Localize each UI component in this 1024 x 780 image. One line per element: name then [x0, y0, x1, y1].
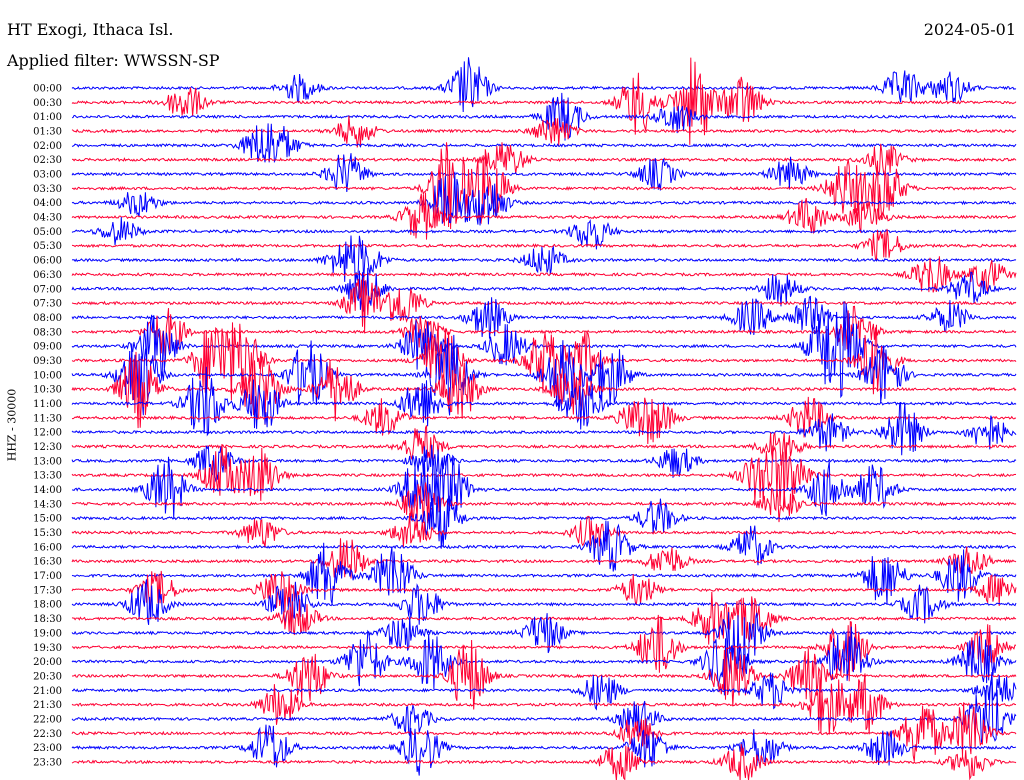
time-label-0300: 03:00	[33, 170, 62, 181]
time-label-0800: 08:00	[33, 313, 62, 324]
time-tick-labels: 00:00 00:30 01:00 01:30 02:00 02:30 03:00 03:30…	[33, 84, 62, 769]
trace-2000	[71, 626, 1017, 696]
time-label-2330: 23:30	[33, 757, 62, 768]
time-label-1830: 18:30	[33, 614, 62, 625]
time-label-1330: 13:30	[33, 471, 62, 482]
trace-2230	[71, 702, 1017, 762]
time-label-1600: 16:00	[33, 542, 62, 553]
time-label-0700: 07:00	[33, 284, 62, 295]
trace-2130	[71, 673, 1017, 735]
time-label-0100: 01:00	[33, 112, 62, 123]
trace-0730	[71, 277, 1017, 333]
time-label-0600: 06:00	[33, 256, 62, 267]
time-label-0830: 08:30	[33, 327, 62, 338]
trace-0530	[71, 228, 1017, 262]
time-label-0430: 04:30	[33, 213, 62, 224]
time-label-1630: 16:30	[33, 557, 62, 568]
time-label-1200: 12:00	[33, 428, 62, 439]
time-label-2130: 21:30	[33, 700, 62, 711]
time-label-0330: 03:30	[33, 184, 62, 195]
time-label-0930: 09:30	[33, 356, 62, 367]
trace-1830	[71, 591, 1017, 645]
time-label-0230: 02:30	[33, 155, 62, 166]
time-label-1000: 10:00	[33, 370, 62, 381]
time-label-0130: 01:30	[33, 127, 62, 138]
time-label-0200: 02:00	[33, 141, 62, 152]
time-label-1430: 14:30	[33, 499, 62, 510]
trace-1900	[71, 611, 1017, 677]
time-label-0400: 04:00	[33, 198, 62, 209]
time-label-0000: 00:00	[33, 84, 62, 95]
time-label-0500: 05:00	[33, 227, 62, 238]
time-label-2030: 20:30	[33, 671, 62, 682]
time-label-0530: 05:30	[33, 241, 62, 252]
time-label-1930: 19:30	[33, 643, 62, 654]
helicorder-plot: 00:00 00:30 01:00 01:30 02:00 02:30 03:00 03:30…	[33, 57, 1017, 780]
time-label-1100: 11:00	[33, 399, 62, 410]
time-label-2300: 23:00	[33, 743, 62, 754]
time-label-0900: 09:00	[33, 342, 62, 353]
trace-1700	[71, 542, 1017, 605]
time-label-1130: 11:30	[33, 413, 62, 424]
time-label-0730: 07:30	[33, 299, 62, 310]
time-label-1400: 14:00	[33, 485, 62, 496]
time-label-1300: 13:00	[33, 456, 62, 467]
time-label-2230: 22:30	[33, 729, 62, 740]
time-label-1900: 19:00	[33, 628, 62, 639]
time-label-1230: 12:30	[33, 442, 62, 453]
time-label-1500: 15:00	[33, 514, 62, 525]
trace-2300	[71, 724, 1017, 776]
seismic-traces	[71, 57, 1017, 780]
trace-0230	[71, 142, 1017, 177]
time-label-1700: 17:00	[33, 571, 62, 582]
time-label-1030: 10:30	[33, 385, 62, 396]
time-label-1800: 18:00	[33, 600, 62, 611]
time-label-2000: 20:00	[33, 657, 62, 668]
time-label-1530: 15:30	[33, 528, 62, 539]
trace-2330	[71, 744, 1017, 780]
time-label-1730: 17:30	[33, 585, 62, 596]
trace-0130	[71, 115, 1017, 148]
trace-1500	[71, 491, 1017, 549]
time-label-2100: 21:00	[33, 686, 62, 697]
time-label-0030: 00:30	[33, 98, 62, 109]
time-label-0630: 06:30	[33, 270, 62, 281]
time-label-2200: 22:00	[33, 714, 62, 725]
